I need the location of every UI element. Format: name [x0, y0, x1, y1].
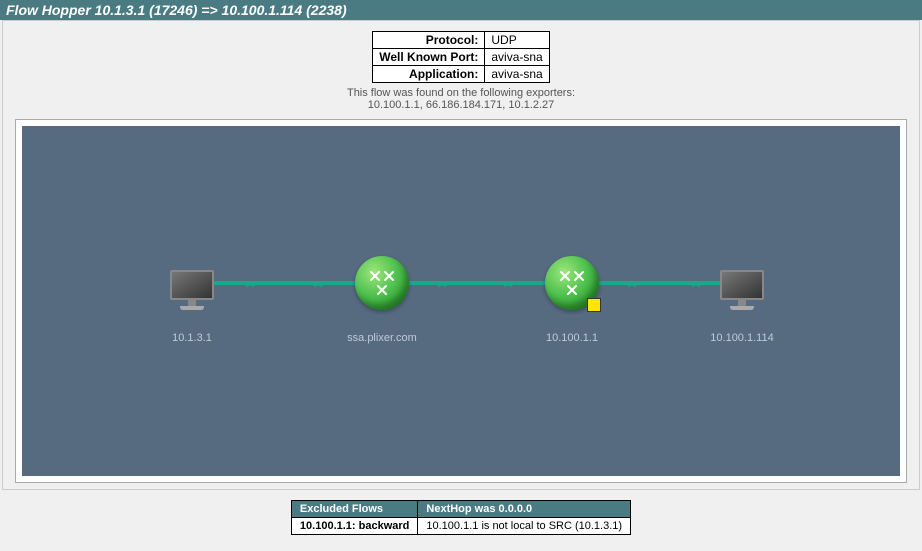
wellknown-port-label: Well Known Port:: [373, 49, 485, 66]
router-icon: [545, 256, 599, 310]
application-label: Application:: [373, 66, 485, 83]
computer-icon: [170, 270, 214, 310]
excluded-flow-reason: 10.100.1.1 is not local to SRC (10.1.3.1…: [418, 518, 631, 535]
exporters-message: This flow was found on the following exp…: [347, 87, 575, 99]
topology-canvas[interactable]: ↔ ↔ ↔ ↔ ↔ ↔ 10.1.3.1: [22, 126, 900, 476]
node-label: 10.1.3.1: [132, 332, 252, 344]
computer-icon: [720, 270, 764, 310]
excluded-flow-source: 10.100.1.1: backward: [291, 518, 417, 535]
router-icon: [355, 256, 409, 310]
topology-node-host-src[interactable]: 10.1.3.1: [132, 254, 252, 344]
node-label: 10.100.1.114: [682, 332, 802, 344]
topology-node-router[interactable]: ssa.plixer.com: [322, 254, 442, 344]
flow-info-table: Protocol: UDP Well Known Port: aviva-sna…: [372, 31, 549, 83]
excluded-flows-header: Excluded Flows: [291, 501, 417, 518]
excluded-flows-section: Excluded Flows NextHop was 0.0.0.0 10.10…: [0, 500, 922, 535]
flow-info-section: Protocol: UDP Well Known Port: aviva-sna…: [15, 31, 907, 111]
protocol-label: Protocol:: [373, 32, 485, 49]
topology-node-host-dst[interactable]: 10.100.1.114: [682, 254, 802, 344]
node-label: 10.100.1.1: [512, 332, 632, 344]
flow-arrow-icon: ↔: [310, 275, 322, 293]
flow-path-line: [182, 281, 737, 285]
main-panel: Protocol: UDP Well Known Port: aviva-sna…: [2, 20, 920, 490]
warning-badge-icon: [587, 298, 601, 312]
excluded-flows-table: Excluded Flows NextHop was 0.0.0.0 10.10…: [291, 500, 631, 535]
flow-arrow-icon: ↔: [500, 275, 512, 293]
topology-node-router[interactable]: 10.100.1.1: [512, 254, 632, 344]
nexthop-header: NextHop was 0.0.0.0: [418, 501, 631, 518]
exporters-list: 10.100.1.1, 66.186.184.171, 10.1.2.27: [368, 99, 555, 111]
topology-frame: ↔ ↔ ↔ ↔ ↔ ↔ 10.1.3.1: [15, 119, 907, 483]
app-title: Flow Hopper 10.1.3.1 (17246) => 10.100.1…: [6, 2, 347, 18]
table-row: 10.100.1.1: backward 10.100.1.1 is not l…: [291, 518, 630, 535]
app-title-bar: Flow Hopper 10.1.3.1 (17246) => 10.100.1…: [0, 0, 922, 20]
protocol-value: UDP: [485, 32, 549, 49]
application-value: aviva-sna: [485, 66, 549, 83]
wellknown-port-value: aviva-sna: [485, 49, 549, 66]
node-label: ssa.plixer.com: [322, 332, 442, 344]
